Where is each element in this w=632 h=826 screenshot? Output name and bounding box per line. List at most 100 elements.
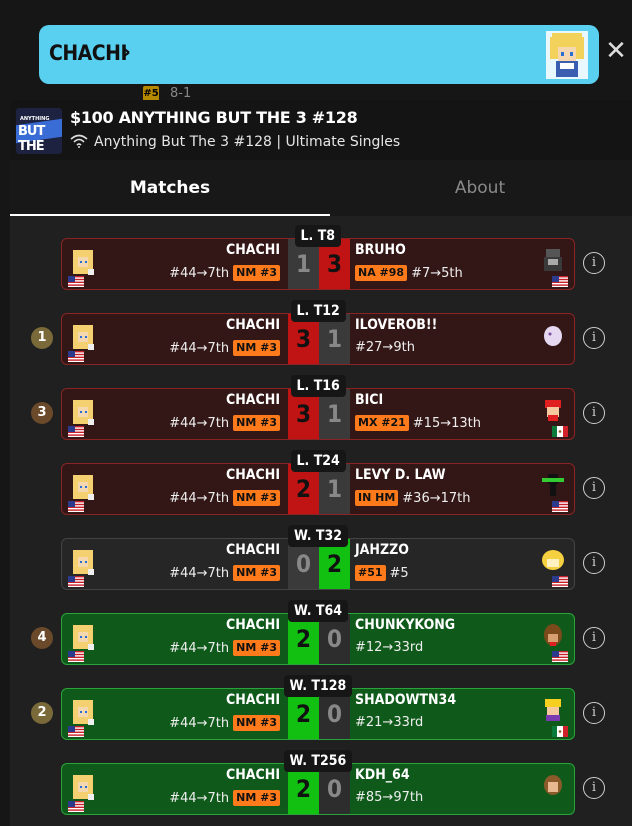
player-flag-icon bbox=[68, 647, 84, 662]
opponent-avatar bbox=[538, 470, 568, 500]
round-label: W. T128 bbox=[283, 675, 353, 697]
player-flag-icon bbox=[68, 347, 84, 362]
info-icon[interactable]: i bbox=[583, 552, 605, 574]
opponent-name: LEVY D. LAW bbox=[355, 467, 446, 483]
opponent-flag-icon bbox=[552, 572, 568, 587]
player-name: CHACHI bbox=[226, 542, 280, 558]
opponent-stats: NA #98 #7→5th bbox=[355, 265, 463, 281]
player-flag-icon bbox=[68, 422, 84, 437]
player-region-tag: NM #3 bbox=[233, 715, 280, 731]
opponent-stats: #51 #5 bbox=[355, 565, 409, 581]
player-name: CHACHI bbox=[226, 317, 280, 333]
seed-badge: 3 bbox=[31, 402, 53, 424]
opponent-avatar bbox=[538, 695, 568, 725]
player-stats: #44→7th NM #3 bbox=[169, 715, 280, 731]
player-region-tag: NM #3 bbox=[233, 640, 280, 656]
info-icon[interactable]: i bbox=[583, 702, 605, 724]
round-label: L. T16 bbox=[290, 375, 346, 397]
player-name: CHACHI bbox=[226, 692, 280, 708]
player-name: CHACHI bbox=[226, 242, 280, 258]
opponent-stats: IN HM #36→17th bbox=[355, 490, 471, 506]
round-label: W. T256 bbox=[283, 750, 353, 772]
opponent-avatar bbox=[538, 545, 568, 575]
player-name: CHACHI bbox=[226, 767, 280, 783]
background-text: 8-1 bbox=[170, 86, 192, 101]
player-flag-icon bbox=[68, 497, 84, 512]
opponent-avatar bbox=[538, 770, 568, 800]
opponent-name: SHADOWTN34 bbox=[355, 692, 457, 708]
round-label: W. T64 bbox=[288, 600, 349, 622]
opponent-region-tag: MX #21 bbox=[355, 415, 409, 431]
round-label: L. T12 bbox=[290, 300, 346, 322]
player-flag-icon bbox=[68, 272, 84, 287]
opponent-flag-icon bbox=[552, 722, 568, 737]
player-stats: #44→7th NM #3 bbox=[169, 565, 280, 581]
player-region-tag: NM #3 bbox=[233, 490, 280, 506]
opponent-stats: #85→97th bbox=[355, 790, 424, 805]
player-region-tag: NM #3 bbox=[233, 415, 280, 431]
player-avatar bbox=[546, 31, 588, 79]
player-region-tag: NM #3 bbox=[233, 565, 280, 581]
round-label: L. T8 bbox=[294, 225, 342, 247]
close-icon[interactable]: ✕ bbox=[603, 38, 629, 64]
opponent-name: KDH_64 bbox=[355, 767, 410, 783]
opponent-avatar bbox=[538, 395, 568, 425]
player-flag-icon bbox=[68, 722, 84, 737]
info-icon[interactable]: i bbox=[583, 477, 605, 499]
opponent-avatar bbox=[538, 245, 568, 275]
opponent-stats: #21→33rd bbox=[355, 715, 424, 730]
seed-badge: 4 bbox=[31, 627, 53, 649]
wifi-icon bbox=[70, 134, 88, 148]
round-label: L. T24 bbox=[290, 450, 346, 472]
opponent-name: BRUHO bbox=[355, 242, 406, 258]
info-icon[interactable]: i bbox=[583, 402, 605, 424]
opponent-stats: MX #21 #15→13th bbox=[355, 415, 481, 431]
player-region-tag: NM #3 bbox=[233, 340, 280, 356]
event-subtitle[interactable]: Anything But The 3 #128 | Ultimate Singl… bbox=[70, 134, 400, 150]
opponent-stats: #27→9th bbox=[355, 340, 415, 355]
opponent-avatar bbox=[538, 320, 568, 350]
event-logo: ANYTHING BUT THE bbox=[16, 108, 62, 154]
info-icon[interactable]: i bbox=[583, 627, 605, 649]
player-stats: #44→7th NM #3 bbox=[169, 415, 280, 431]
player-region-tag: NM #3 bbox=[233, 265, 280, 281]
opponent-name: JAHZZO bbox=[355, 542, 409, 558]
opponent-name: ILOVEROB!! bbox=[355, 317, 438, 333]
opponent-flag-icon bbox=[552, 422, 568, 437]
info-icon[interactable]: i bbox=[583, 252, 605, 274]
tab-bar: Matches About bbox=[10, 160, 632, 216]
opponent-flag-icon bbox=[552, 272, 568, 287]
opponent-region-tag: NA #98 bbox=[355, 265, 408, 281]
match-list: CHACHI #44→7th NM #3 1 3 BRUHO NA #98 #7→5th L. … bbox=[10, 216, 632, 826]
player-flag-icon bbox=[68, 797, 84, 812]
seed-badge: 1 bbox=[31, 327, 53, 349]
event-subtitle-text: Anything But The 3 #128 | Ultimate Singl… bbox=[94, 134, 401, 150]
opponent-region-tag: IN HM bbox=[355, 490, 399, 506]
event-title[interactable]: $100 ANYTHING BUT THE 3 #128 bbox=[70, 108, 358, 127]
info-icon[interactable]: i bbox=[583, 777, 605, 799]
player-name: CHACHI bbox=[226, 392, 280, 408]
player-banner[interactable]: CHACHI › bbox=[39, 25, 599, 84]
banner-player-name: CHACHI bbox=[49, 41, 128, 65]
opponent-stats: #12→33rd bbox=[355, 640, 424, 655]
seed-badge: 2 bbox=[31, 702, 53, 724]
player-stats: #44→7th NM #3 bbox=[169, 265, 280, 281]
player-name: CHACHI bbox=[226, 617, 280, 633]
tab-about[interactable]: About bbox=[330, 160, 630, 216]
opponent-name: BICI bbox=[355, 392, 384, 408]
opponent-flag-icon bbox=[552, 497, 568, 512]
player-stats: #44→7th NM #3 bbox=[169, 790, 280, 806]
opponent-avatar bbox=[538, 620, 568, 650]
player-stats: #44→7th NM #3 bbox=[169, 490, 280, 506]
round-label: W. T32 bbox=[288, 525, 349, 547]
tab-matches[interactable]: Matches bbox=[10, 160, 330, 216]
opponent-region-tag: #51 bbox=[355, 565, 386, 581]
info-icon[interactable]: i bbox=[583, 327, 605, 349]
event-panel: ANYTHING BUT THE $100 ANYTHING BUT THE 3… bbox=[10, 100, 632, 826]
opponent-flag-icon bbox=[552, 647, 568, 662]
opponent-name: CHUNKYKONG bbox=[355, 617, 456, 633]
player-stats: #44→7th NM #3 bbox=[169, 640, 280, 656]
player-region-tag: NM #3 bbox=[233, 790, 280, 806]
player-name: CHACHI bbox=[226, 467, 280, 483]
player-stats: #44→7th NM #3 bbox=[169, 340, 280, 356]
